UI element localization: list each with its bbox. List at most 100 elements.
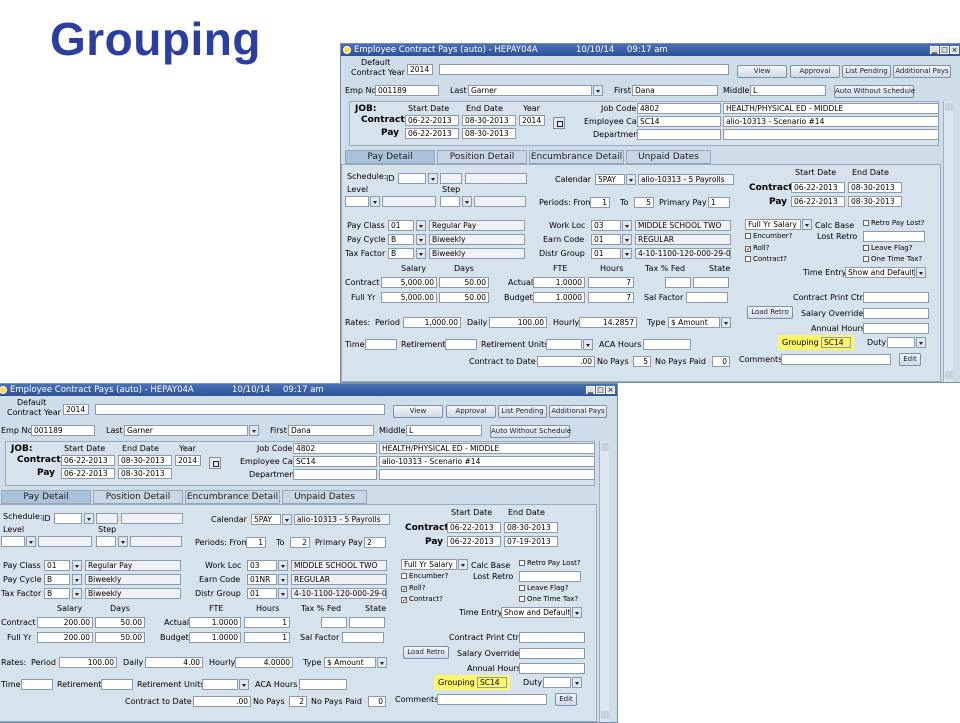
description-field[interactable] — [95, 404, 385, 415]
step-field[interactable] — [440, 196, 460, 207]
type-field[interactable]: $ Amount — [668, 317, 720, 328]
actual-hours-field[interactable]: 1 — [244, 617, 290, 628]
maximize-icon[interactable]: □ — [940, 46, 949, 54]
middle-name-field[interactable]: L — [406, 425, 482, 436]
department-field[interactable] — [293, 469, 377, 480]
aca-hours-field[interactable] — [643, 339, 691, 350]
scroll-up-icon[interactable] — [945, 103, 953, 111]
time-entry-dropdown[interactable] — [572, 607, 582, 618]
vertical-scrollbar[interactable] — [599, 441, 609, 722]
tab-encumbrance-detail[interactable]: Encumbrance Detail — [185, 490, 280, 504]
time-entry-field[interactable]: Show and Default — [845, 267, 915, 278]
tax-pct-fed-field[interactable] — [321, 617, 347, 628]
contract-end-date-field[interactable]: 08-30-2013 — [462, 115, 516, 126]
actual-fte-field[interactable]: 1.0000 — [533, 277, 585, 288]
calc-base-field[interactable]: Full Yr Salary — [401, 559, 457, 570]
pay-end-date-field[interactable]: 08-30-2013 — [118, 468, 172, 479]
one-time-tax-checkbox[interactable]: One Time Tax? — [863, 255, 922, 264]
contract-start-date-field[interactable]: 06-22-2013 — [61, 455, 115, 466]
roll-checkbox[interactable]: ✓ Roll? — [745, 244, 769, 253]
actual-fte-field[interactable]: 1.0000 — [189, 617, 241, 628]
distr-group-field[interactable]: 01 — [591, 248, 621, 259]
scroll-down-icon[interactable] — [945, 371, 953, 379]
earn-code-dropdown[interactable] — [622, 234, 632, 245]
employee-cat-field[interactable]: SC14 — [293, 456, 377, 467]
last-name-dropdown[interactable] — [593, 85, 603, 96]
vertical-scrollbar[interactable] — [943, 101, 953, 382]
level-field[interactable] — [345, 196, 369, 207]
close-icon[interactable]: × — [606, 386, 615, 394]
pay-start-date-field[interactable]: 06-22-2013 — [405, 128, 459, 139]
pay-cycle-dropdown[interactable] — [72, 574, 82, 585]
full-yr-days-field[interactable]: 50.00 — [439, 292, 489, 303]
step-dropdown[interactable] — [462, 196, 472, 207]
minimize-icon[interactable]: ▁ — [586, 386, 595, 394]
pay-class-dropdown[interactable] — [416, 220, 426, 231]
lost-retro-field[interactable] — [863, 231, 925, 242]
roll-checkbox[interactable]: ✓ Roll? — [401, 584, 425, 593]
calc-base-dropdown[interactable] — [802, 219, 812, 230]
middle-name-field[interactable]: L — [750, 85, 826, 96]
no-pays-paid-field[interactable]: 0 — [712, 356, 730, 367]
pay-class-field[interactable]: 01 — [388, 220, 414, 231]
pay-cycle-dropdown[interactable] — [416, 234, 426, 245]
salary-override-field[interactable] — [863, 308, 929, 319]
step-field[interactable] — [96, 536, 116, 547]
schedule-id-field[interactable] — [54, 513, 82, 524]
duty-dropdown[interactable] — [572, 677, 582, 688]
budget-hours-field[interactable]: 7 — [588, 292, 634, 303]
encumber-checkbox[interactable]: Encumber? — [401, 572, 448, 581]
retirement-units-dropdown[interactable] — [583, 339, 593, 350]
full-yr-days-field[interactable]: 50.00 — [95, 632, 145, 643]
job-code-field[interactable]: 4802 — [637, 103, 721, 114]
grouping-field[interactable]: SC14 — [477, 677, 507, 688]
contract-year-field[interactable]: 2014 — [407, 64, 433, 75]
view-button[interactable]: View — [737, 65, 787, 78]
contract-year2-field[interactable]: 2014 — [175, 455, 201, 466]
contract-salary-field[interactable]: 5,000.00 — [381, 277, 437, 288]
contract-print-ctrl-field[interactable] — [519, 632, 585, 643]
earn-code-dropdown[interactable] — [278, 574, 288, 585]
auto-without-schedule-button[interactable]: Auto Without Schedule — [490, 425, 571, 438]
tax-factor-field[interactable]: B — [44, 588, 70, 599]
contract-checkbox[interactable]: Contract? — [745, 255, 787, 264]
time-entry-dropdown[interactable] — [916, 267, 926, 278]
calc-base-field[interactable]: Full Yr Salary — [745, 219, 801, 230]
calendar-dropdown[interactable] — [626, 174, 636, 185]
scroll-down-icon[interactable] — [601, 711, 609, 719]
time-field[interactable] — [365, 339, 397, 350]
description-field[interactable] — [439, 64, 729, 75]
tab-pay-detail[interactable]: Pay Detail — [1, 490, 91, 504]
duty-dropdown[interactable] — [916, 337, 926, 348]
calendar-field[interactable]: 5PAY — [251, 514, 281, 525]
last-name-dropdown[interactable] — [249, 425, 259, 436]
rate-hourly-field[interactable]: 4.0000 — [235, 657, 293, 668]
duty-field[interactable] — [887, 337, 915, 348]
state-field[interactable] — [693, 277, 729, 288]
tax-factor-dropdown[interactable] — [72, 588, 82, 599]
edit-button[interactable]: Edit — [555, 693, 577, 706]
periods-to-field[interactable]: 5 — [634, 197, 654, 208]
pay-cycle-field[interactable]: B — [44, 574, 70, 585]
leave-flag-checkbox[interactable]: Leave Flag? — [863, 244, 912, 253]
periods-from-field[interactable]: 1 — [246, 537, 266, 548]
list-pending-button[interactable]: List Pending — [842, 65, 891, 78]
annual-hours-field[interactable] — [519, 663, 585, 674]
pay-class-field[interactable]: 01 — [44, 560, 70, 571]
right-pay-start-field[interactable]: 06-22-2013 — [447, 536, 501, 547]
contract-start-date-field[interactable]: 06-22-2013 — [405, 115, 459, 126]
right-contract-start-field[interactable]: 06-22-2013 — [791, 182, 845, 193]
pay-cycle-field[interactable]: B — [388, 234, 414, 245]
tab-encumbrance-detail[interactable]: Encumbrance Detail — [529, 150, 624, 164]
pay-start-date-field[interactable]: 06-22-2013 — [61, 468, 115, 479]
distr-group-dropdown[interactable] — [622, 248, 632, 259]
rate-hourly-field[interactable]: 14.2857 — [579, 317, 637, 328]
salary-override-field[interactable] — [519, 648, 585, 659]
rate-period-field[interactable]: 100.00 — [59, 657, 117, 668]
right-pay-end-field[interactable]: 08-30-2013 — [848, 196, 902, 207]
calc-base-dropdown[interactable] — [458, 559, 468, 570]
additional-pays-button[interactable]: Additional Pays — [549, 405, 607, 418]
retro-pay-lost-checkbox[interactable]: Retro Pay Lost? — [519, 559, 581, 568]
level-dropdown[interactable] — [26, 536, 36, 547]
contract-to-date-field[interactable]: .00 — [193, 696, 251, 707]
